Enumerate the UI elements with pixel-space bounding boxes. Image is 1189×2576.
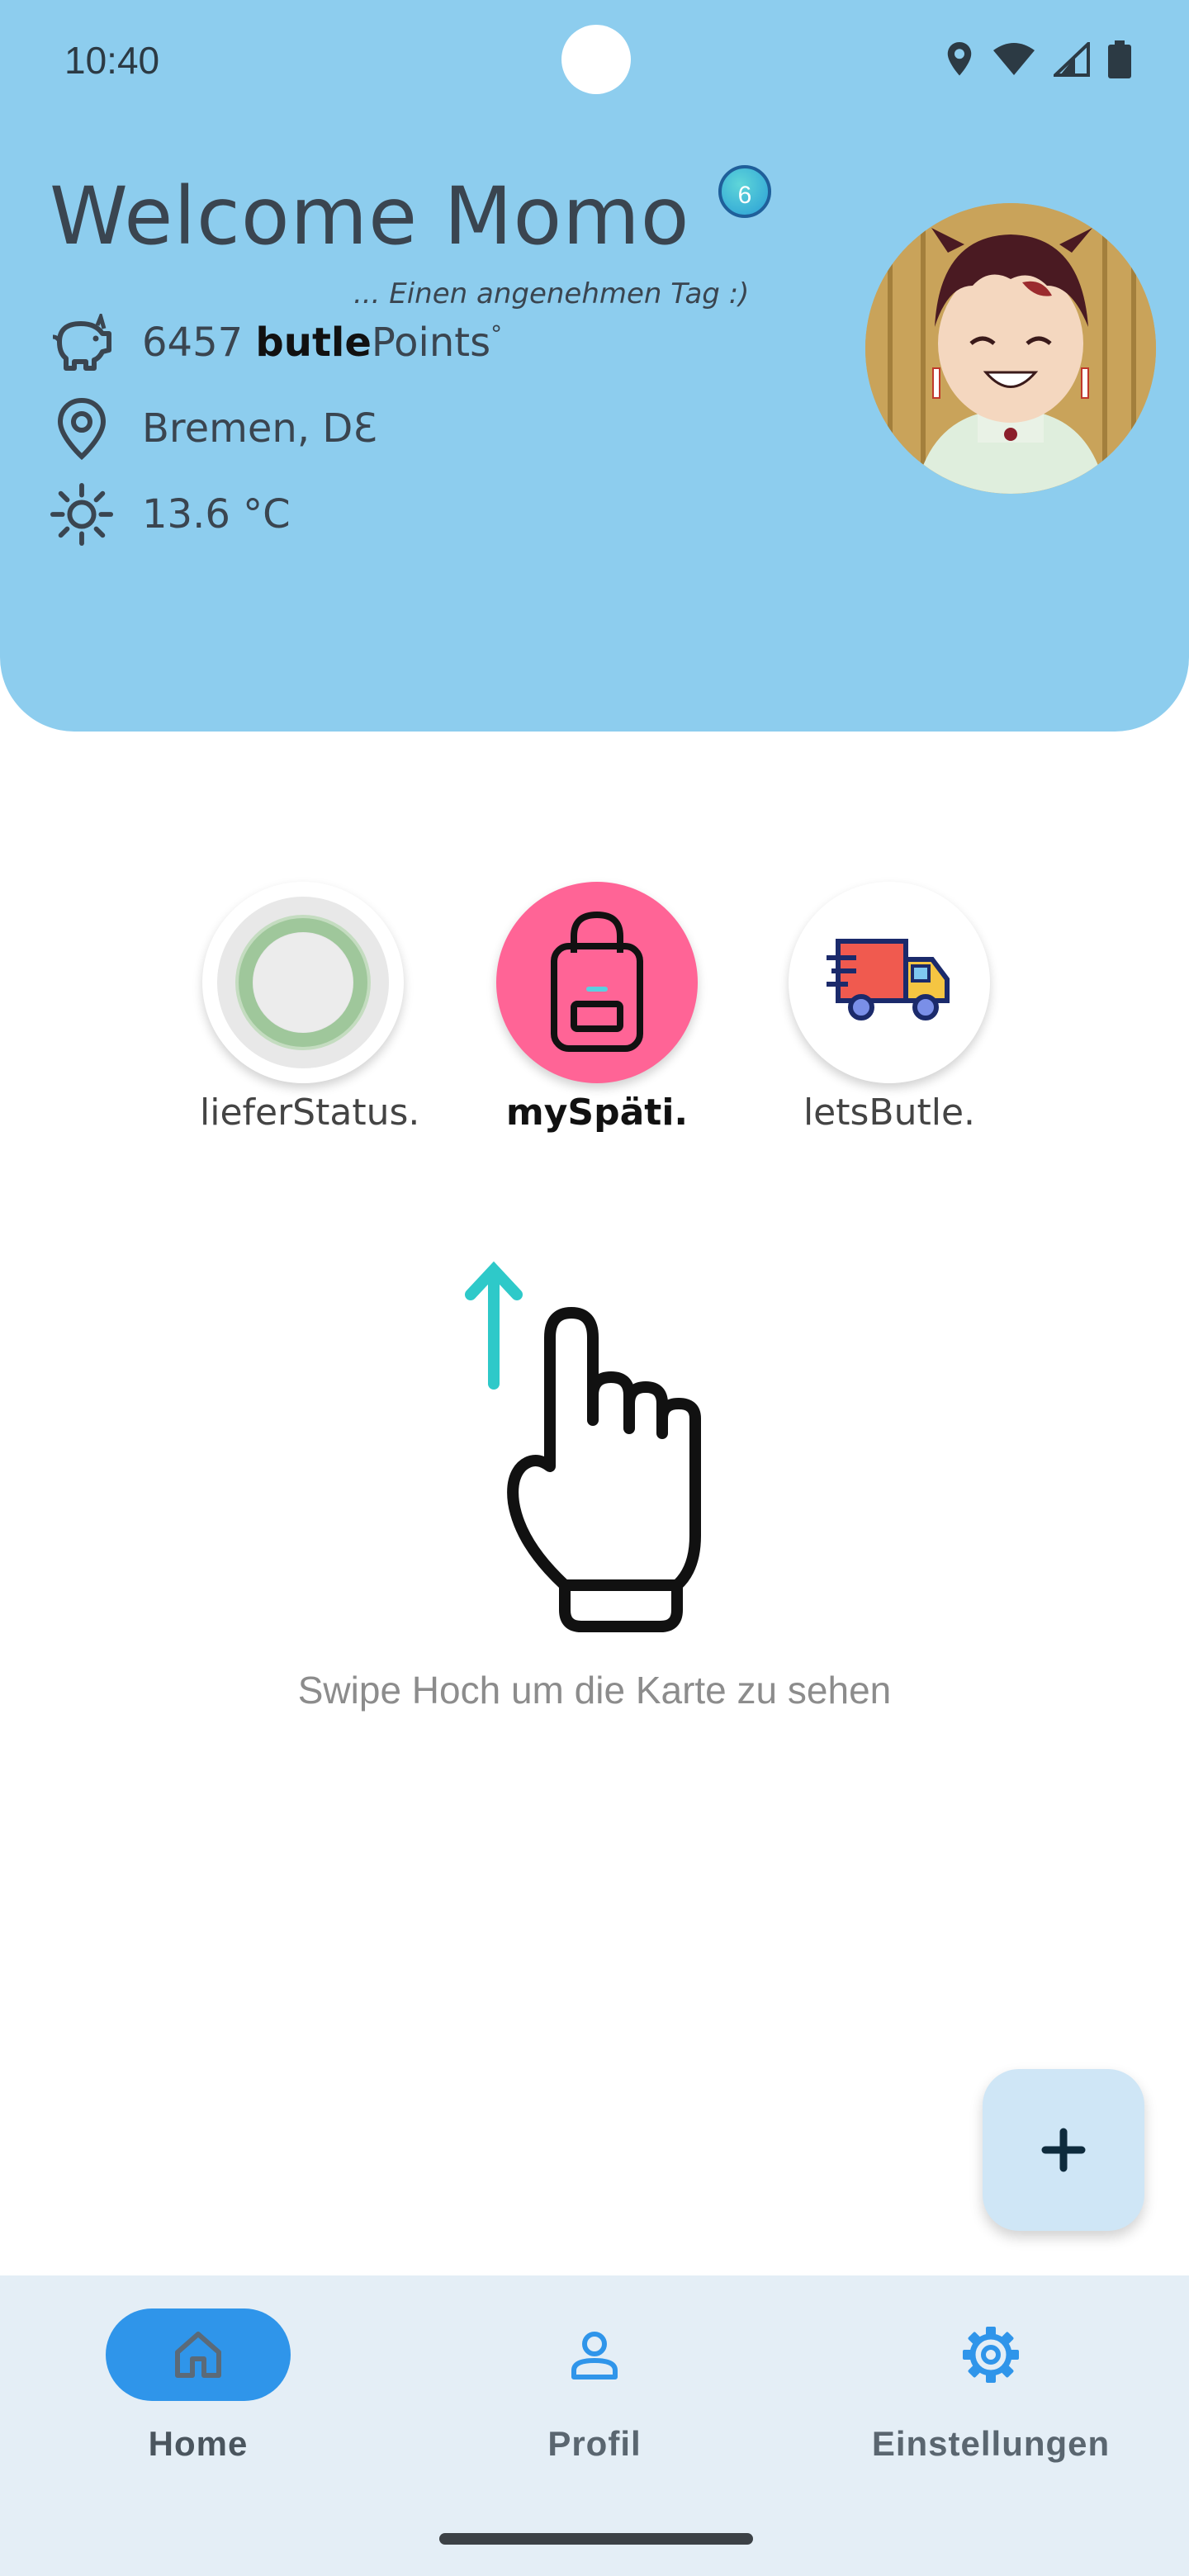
nav-label: Home bbox=[148, 2424, 249, 2463]
piggy-bank-icon bbox=[50, 310, 114, 375]
welcome-title: Welcome Momo bbox=[50, 170, 690, 263]
temperature-text: 13.6 °C bbox=[142, 491, 291, 537]
battery-icon bbox=[1108, 40, 1131, 78]
plus-icon bbox=[1041, 2128, 1086, 2172]
status-icons bbox=[945, 38, 1131, 81]
delivery-truck-icon bbox=[789, 882, 990, 1083]
status-bar: 10:40 bbox=[0, 0, 1189, 124]
nav-active-indicator bbox=[106, 2308, 291, 2401]
level-badge[interactable]: 6 bbox=[718, 165, 771, 218]
quick-action-myspaeti[interactable]: mySpäti. bbox=[494, 882, 700, 1134]
wifi-icon bbox=[993, 43, 1035, 75]
nav-label: Einstellungen bbox=[871, 2424, 1111, 2463]
nav-item-einstellungen[interactable]: Einstellungen bbox=[842, 2308, 1139, 2464]
greeting-text: ... Einen angenehmen Tag :) bbox=[353, 277, 750, 310]
weather-row: 13.6 °C bbox=[50, 482, 291, 547]
status-time: 10:40 bbox=[64, 39, 160, 82]
add-fab-button[interactable] bbox=[983, 2069, 1144, 2231]
quick-action-label: mySpäti. bbox=[505, 1091, 689, 1134]
swipe-hint-text: Swipe Hoch um die Karte zu sehen bbox=[297, 1669, 892, 1712]
points-degree: ° bbox=[490, 320, 503, 348]
nav-label: Profil bbox=[547, 2424, 642, 2463]
signal-icon bbox=[1054, 42, 1090, 77]
quick-action-letsbutle[interactable]: letsButle. bbox=[786, 882, 992, 1134]
location-status-icon bbox=[947, 42, 972, 76]
nav-item-profil[interactable]: Profil bbox=[446, 2308, 743, 2464]
quick-action-label: letsButle. bbox=[803, 1091, 976, 1134]
shopping-bag-icon bbox=[496, 882, 698, 1083]
points-value: 6457 bbox=[142, 320, 244, 366]
header-card: 10:40 Welcome Momo 6 ... Einen angenehme… bbox=[0, 0, 1189, 732]
swipe-up-hand-icon bbox=[446, 1255, 743, 1647]
nav-icon-slot bbox=[898, 2308, 1083, 2401]
status-ring-icon bbox=[202, 882, 404, 1083]
location-row: Bremen, DƐ bbox=[50, 396, 377, 461]
profile-avatar[interactable] bbox=[865, 203, 1156, 494]
quick-action-label: lieferStatus. bbox=[200, 1091, 420, 1134]
nav-item-home[interactable]: Home bbox=[50, 2308, 347, 2464]
camera-cutout bbox=[561, 25, 631, 94]
home-icon bbox=[175, 2332, 221, 2378]
location-text: Bremen, DƐ bbox=[142, 405, 377, 452]
person-icon bbox=[571, 2332, 618, 2379]
sun-icon bbox=[50, 482, 114, 547]
points-brand: butle bbox=[255, 320, 372, 366]
map-pin-icon bbox=[50, 396, 114, 461]
bottom-navigation: Home Profil Einstellungen bbox=[0, 2275, 1189, 2576]
gesture-home-indicator[interactable] bbox=[439, 2533, 753, 2545]
points-row: 6457 butlePoints° bbox=[50, 310, 502, 375]
nav-icon-slot bbox=[502, 2308, 687, 2401]
gear-icon bbox=[963, 2327, 1019, 2383]
quick-action-lieferstatus[interactable]: lieferStatus. bbox=[200, 882, 420, 1134]
points-suffix: Points bbox=[371, 320, 491, 366]
